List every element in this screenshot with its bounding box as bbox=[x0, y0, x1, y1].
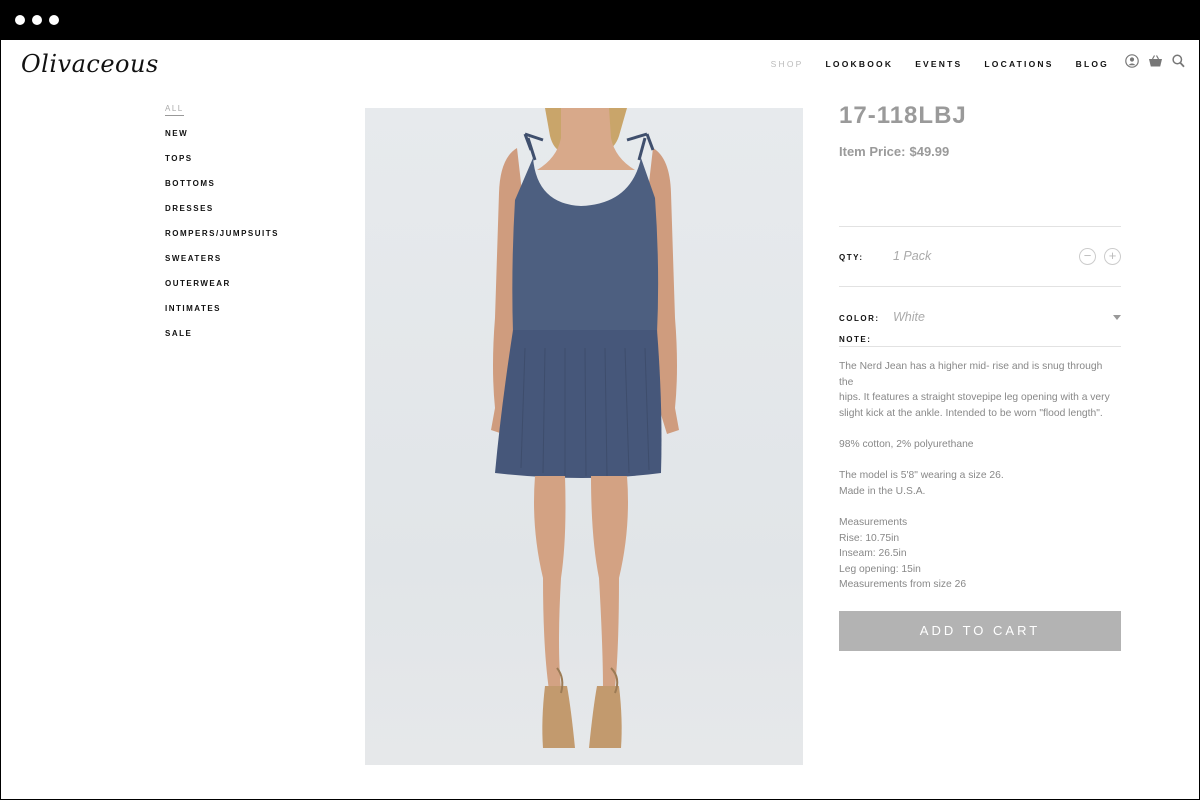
description-line: Measurements from size 26 bbox=[839, 579, 967, 591]
sidebar-item-all[interactable]: ALL bbox=[165, 104, 279, 129]
topnav-events[interactable]: EVENTS bbox=[915, 59, 962, 69]
window-dot bbox=[32, 15, 42, 25]
sidebar-item-sweaters[interactable]: SWEATERS bbox=[165, 254, 279, 279]
decrement-button[interactable]: − bbox=[1079, 248, 1096, 265]
category-sidebar: ALL NEW TOPS BOTTOMS DRESSES ROMPERS/JUM… bbox=[165, 104, 279, 354]
page: Olivaceous SHOP LOOKBOOK EVENTS LOCATION… bbox=[1, 40, 1199, 799]
sidebar-item-dresses[interactable]: DRESSES bbox=[165, 204, 279, 229]
description-line: Made in the U.S.A. bbox=[839, 485, 926, 497]
top-navigation: SHOP LOOKBOOK EVENTS LOCATIONS BLOG bbox=[771, 59, 1109, 69]
description-line: Leg opening: 15in bbox=[839, 563, 921, 575]
chevron-down-icon[interactable] bbox=[1113, 315, 1121, 320]
product-sku: 17-118LBJ bbox=[839, 102, 967, 129]
add-to-cart-button[interactable]: ADD TO CART bbox=[839, 611, 1121, 651]
qty-value: 1 Pack bbox=[893, 249, 932, 263]
description-paragraph: 98% cotton, 2% polyurethane bbox=[839, 437, 1119, 453]
window-dot bbox=[15, 15, 25, 25]
topnav-shop[interactable]: SHOP bbox=[771, 59, 804, 69]
window-dot bbox=[49, 15, 59, 25]
sidebar-item-intimates[interactable]: INTIMATES bbox=[165, 304, 279, 329]
account-icon[interactable] bbox=[1125, 54, 1139, 68]
sidebar-item-outerwear[interactable]: OUTERWEAR bbox=[165, 279, 279, 304]
color-label: COLOR: bbox=[839, 314, 880, 323]
description-line: Inseam: 26.5in bbox=[839, 548, 907, 560]
qty-label: QTY: bbox=[839, 253, 864, 262]
cart-icon[interactable] bbox=[1148, 54, 1163, 68]
description-paragraph: The model is 5'8" wearing a size 26. Made… bbox=[839, 468, 1119, 499]
topnav-locations[interactable]: LOCATIONS bbox=[984, 59, 1053, 69]
item-price: Item Price: $49.99 bbox=[839, 144, 1121, 159]
sidebar-item-bottoms[interactable]: BOTTOMS bbox=[165, 179, 279, 204]
description-line: slight kick at the ankle. Intended to be… bbox=[839, 407, 1103, 419]
color-select-value[interactable]: White bbox=[893, 310, 925, 324]
sidebar-item-tops[interactable]: TOPS bbox=[165, 154, 279, 179]
sidebar-item-new[interactable]: NEW bbox=[165, 129, 279, 154]
description-paragraph: The Nerd Jean has a higher mid- rise and… bbox=[839, 359, 1119, 421]
description-line: hips. It features a straight stovepipe l… bbox=[839, 392, 1110, 404]
quantity-row: QTY: 1 Pack − + bbox=[839, 226, 1121, 286]
browser-chrome bbox=[0, 0, 1200, 40]
description-line: The model is 5'8" wearing a size 26. bbox=[839, 470, 1004, 482]
sidebar-item-label: ALL bbox=[165, 104, 184, 116]
product-details: 17-118LBJ Item Price: $49.99 QTY: 1 Pack… bbox=[839, 102, 1121, 651]
sidebar-item-rompers-jumpsuits[interactable]: ROMPERS/JUMPSUITS bbox=[165, 229, 279, 254]
header-icons bbox=[1125, 54, 1185, 68]
model-illustration bbox=[491, 108, 679, 748]
description-line: The Nerd Jean has a higher mid- rise and… bbox=[839, 361, 1103, 388]
brand-logo[interactable]: Olivaceous bbox=[21, 50, 159, 78]
search-icon[interactable] bbox=[1172, 54, 1185, 68]
window-dots bbox=[15, 15, 59, 25]
divider bbox=[839, 346, 1121, 347]
product-description: The Nerd Jean has a higher mid- rise and… bbox=[839, 359, 1119, 609]
color-row[interactable]: COLOR: White bbox=[839, 286, 1121, 346]
topnav-lookbook[interactable]: LOOKBOOK bbox=[826, 59, 894, 69]
note-label: NOTE: bbox=[839, 335, 872, 344]
increment-button[interactable]: + bbox=[1104, 248, 1121, 265]
sidebar-item-sale[interactable]: SALE bbox=[165, 329, 279, 354]
description-line: Rise: 10.75in bbox=[839, 532, 900, 544]
description-line: Measurements bbox=[839, 516, 908, 528]
price-value: $49.99 bbox=[909, 144, 950, 159]
description-line: 98% cotton, 2% polyurethane bbox=[839, 438, 974, 450]
description-paragraph: Measurements Rise: 10.75in Inseam: 26.5in L… bbox=[839, 515, 1119, 593]
quantity-stepper: − + bbox=[1079, 248, 1121, 265]
price-label: Item Price: bbox=[839, 144, 906, 159]
product-image bbox=[365, 108, 803, 765]
topnav-blog[interactable]: BLOG bbox=[1076, 59, 1109, 69]
